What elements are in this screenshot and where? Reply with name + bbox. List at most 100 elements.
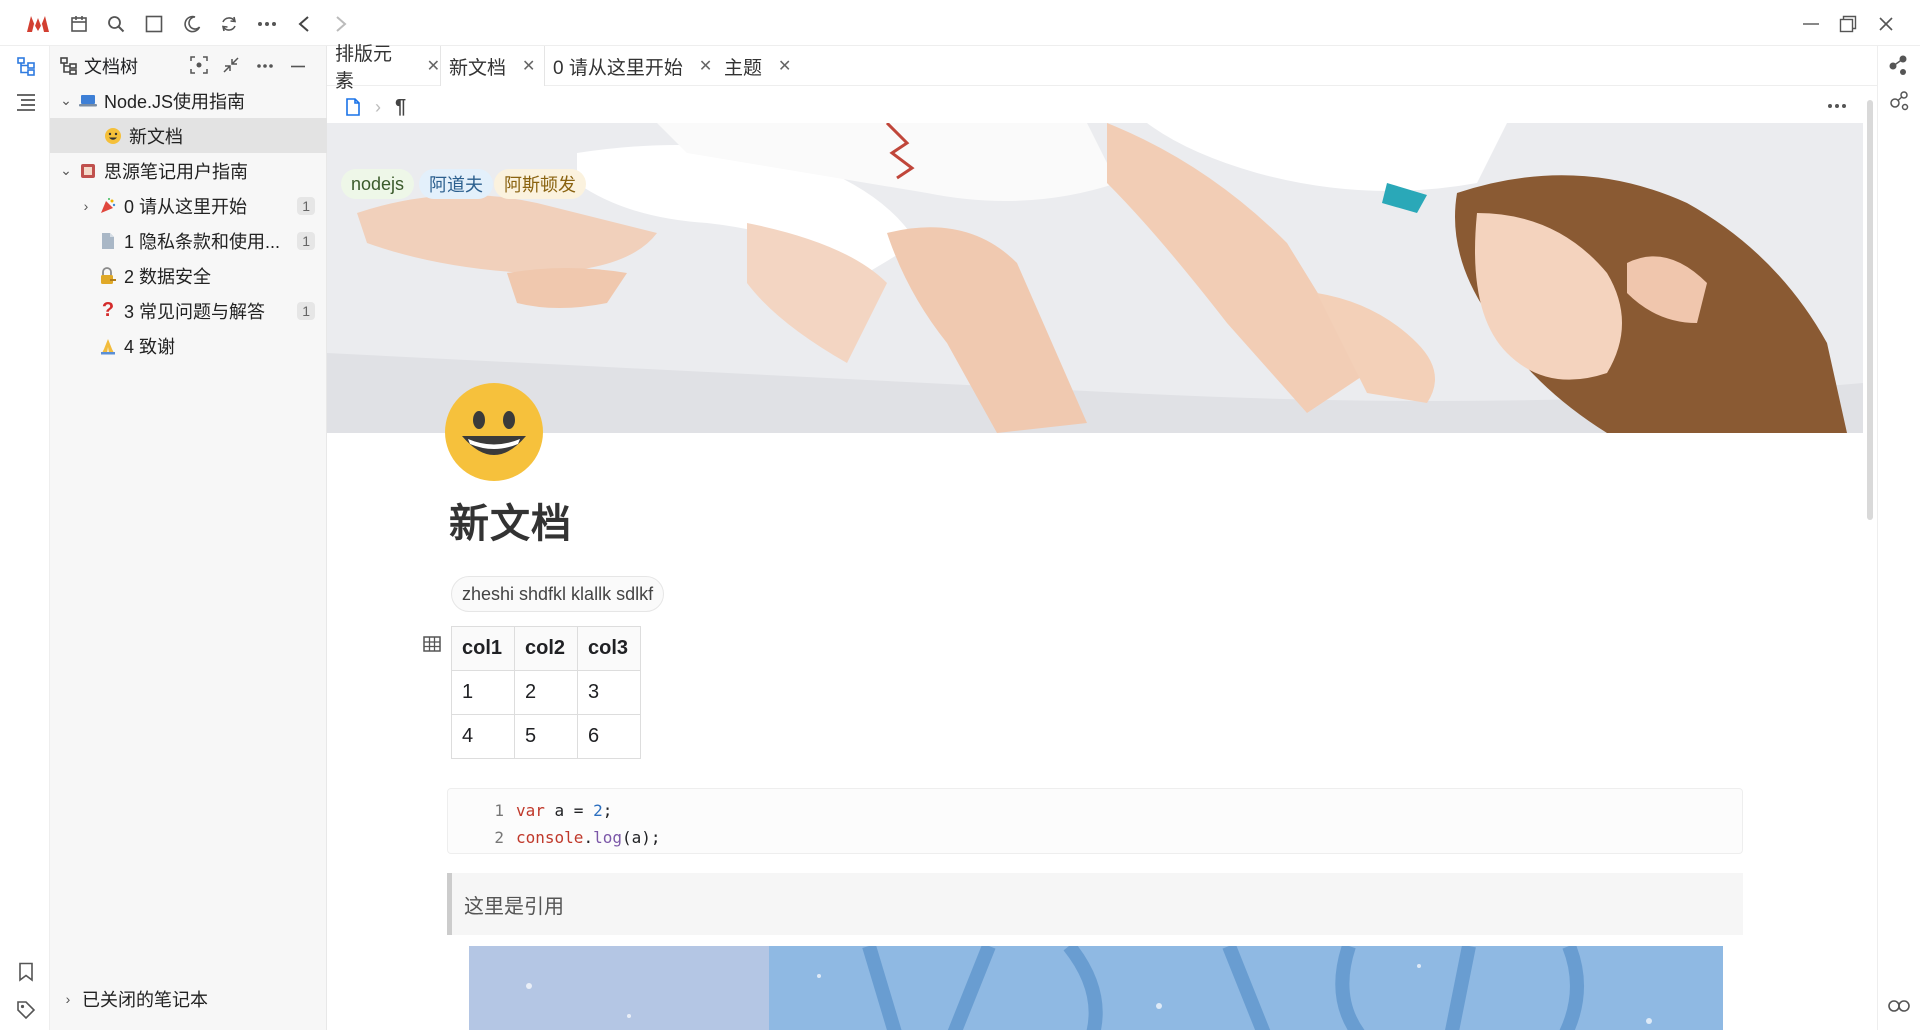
ref-count-badge: 1 (297, 301, 315, 320)
table-header-cell[interactable]: col3 (577, 626, 641, 671)
tree-item-thanks[interactable]: 4 致谢 (50, 328, 327, 363)
tree-item-user-guide-notebook[interactable]: ⌄ 思源笔记用户指南 (50, 153, 327, 188)
tab-label: 主题 (724, 57, 763, 79)
close-tab-icon[interactable]: ✕ (778, 56, 791, 76)
tab-start-here[interactable]: 0 请从这里开始 ✕ (545, 46, 713, 86)
tree-item-start-here[interactable]: › 0 请从这里开始 1 (50, 188, 327, 223)
code-token: log (593, 828, 622, 847)
editor-more-icon[interactable] (1827, 103, 1847, 109)
outline-icon[interactable] (14, 90, 38, 114)
graph-view-icon[interactable] (1888, 54, 1910, 76)
page-title[interactable]: 新文档 (449, 491, 572, 549)
tab-label: 新文档 (449, 57, 507, 79)
book-icon (76, 159, 100, 183)
chevron-down-icon[interactable]: ⌄ (56, 162, 76, 179)
code-token: (a); (621, 828, 661, 847)
doc-tag[interactable]: 阿道夫 (419, 169, 493, 199)
sync-icon[interactable] (217, 12, 241, 36)
doc-tag[interactable]: nodejs (341, 169, 415, 199)
tree-item-label: 2 数据安全 (124, 266, 212, 287)
tree-item-nodejs-notebook[interactable]: ⌄ Node.JS使用指南 (50, 83, 327, 118)
table-cell[interactable]: 1 (451, 670, 515, 715)
close-tab-icon[interactable]: ✕ (427, 56, 440, 76)
more-icon[interactable] (255, 12, 279, 36)
line-number: 2 (494, 828, 504, 847)
chevron-right-icon[interactable]: › (58, 991, 78, 1007)
tree-title: 文档树 (84, 57, 138, 77)
doc-tag[interactable]: 阿斯顿发 (494, 169, 586, 199)
forward-icon[interactable] (329, 12, 353, 36)
close-tab-icon[interactable]: ✕ (699, 56, 712, 76)
editor-scrollbar[interactable] (1867, 100, 1873, 520)
question-mark-icon: ? (101, 299, 115, 321)
tree-item-label: Node.JS使用指南 (104, 91, 246, 112)
code-token: a = (544, 801, 594, 820)
tree-item-label: 新文档 (129, 126, 183, 147)
code-block[interactable]: 1 var a = 2; 2 console. log (a); (447, 788, 1743, 854)
table-icon[interactable] (423, 636, 441, 652)
doc-subtitle-chip[interactable]: zheshi shdfkl klallk sdlkf (451, 576, 665, 612)
tree-item-privacy[interactable]: 1 隐私条款和使用... 1 (50, 223, 327, 258)
document-icon[interactable] (345, 98, 361, 116)
code-token: var (516, 801, 545, 820)
closed-notebooks-toggle[interactable]: › 已关闭的笔记本 (50, 981, 327, 1016)
tab-theme[interactable]: 主题 ✕ (716, 46, 796, 86)
code-line: 1 var a = 2; (448, 797, 1742, 824)
blockquote[interactable]: 这里是引用 (447, 873, 1743, 935)
table-header-cell[interactable]: col2 (514, 626, 578, 671)
tree-item-label: 1 隐私条款和使用... (124, 231, 281, 252)
siyuan-logo-icon[interactable] (26, 12, 50, 36)
code-token: . (583, 828, 594, 847)
back-icon[interactable] (292, 12, 316, 36)
square-icon[interactable] (142, 12, 166, 36)
tag-icon[interactable] (14, 998, 38, 1022)
tree-header-icon (60, 57, 78, 75)
tree-item-label: 思源笔记用户指南 (104, 161, 248, 182)
tab-typography[interactable]: 排版元素 ✕ (327, 44, 440, 92)
breadcrumb: › ¶ (345, 90, 406, 124)
minimize-icon[interactable] (1799, 12, 1823, 36)
right-dock (1877, 46, 1920, 1030)
chevron-right-icon[interactable]: › (76, 198, 96, 214)
tree-item-data-security[interactable]: 2 数据安全 (50, 258, 327, 293)
code-token: 2 (593, 801, 603, 820)
table-cell[interactable]: 3 (577, 670, 641, 715)
close-tab-icon[interactable]: ✕ (522, 56, 535, 76)
inline-image[interactable] (469, 946, 1723, 1030)
table-cell[interactable]: 4 (451, 714, 515, 759)
bookmark-icon[interactable] (14, 960, 38, 984)
table-cell[interactable]: 5 (514, 714, 578, 759)
close-window-icon[interactable] (1874, 12, 1898, 36)
backlinks-icon[interactable] (1888, 999, 1910, 1013)
locate-icon[interactable] (190, 56, 212, 78)
code-token: ; (602, 801, 613, 820)
tree-item-new-doc[interactable]: 新文档 (50, 118, 327, 153)
chevron-down-icon[interactable]: ⌄ (56, 92, 76, 109)
file-tree-icon[interactable] (14, 54, 38, 78)
tree-item-label: 3 常见问题与解答 (124, 301, 266, 322)
laptop-icon (76, 89, 100, 113)
calendar-icon[interactable] (67, 12, 91, 36)
global-graph-icon[interactable] (1888, 90, 1910, 112)
closed-notebooks-label: 已关闭的笔记本 (82, 989, 208, 1010)
file-tree-panel: 文档树 ⌄ Node.JS使用指南 新文档 ⌄ 思源笔记用户指南 › 0 请从这… (50, 46, 327, 1030)
doc-icon-smiley[interactable] (444, 382, 544, 482)
lock-key-icon (96, 264, 120, 288)
table-header-cell[interactable]: col1 (451, 626, 515, 671)
restore-icon[interactable] (1836, 12, 1860, 36)
tree-minimize-icon[interactable] (290, 65, 306, 68)
moon-icon[interactable] (180, 12, 204, 36)
tab-label: 排版元素 (335, 44, 393, 92)
collapse-all-icon[interactable] (222, 56, 244, 78)
table-cell[interactable]: 2 (514, 670, 578, 715)
tree-item-faq[interactable]: ? 3 常见问题与解答 1 (50, 293, 327, 328)
table-cell[interactable]: 6 (577, 714, 641, 759)
tree-more-icon[interactable] (256, 63, 274, 69)
tab-new-doc[interactable]: 新文档 ✕ (440, 46, 545, 86)
code-token: console (516, 828, 584, 847)
paragraph-icon[interactable]: ¶ (395, 96, 406, 119)
document-icon (96, 229, 120, 253)
table-header-row: col1 col2 col3 (451, 626, 641, 671)
search-icon[interactable] (104, 12, 128, 36)
data-table[interactable]: col1 col2 col3 1 2 3 4 5 6 (451, 626, 641, 759)
